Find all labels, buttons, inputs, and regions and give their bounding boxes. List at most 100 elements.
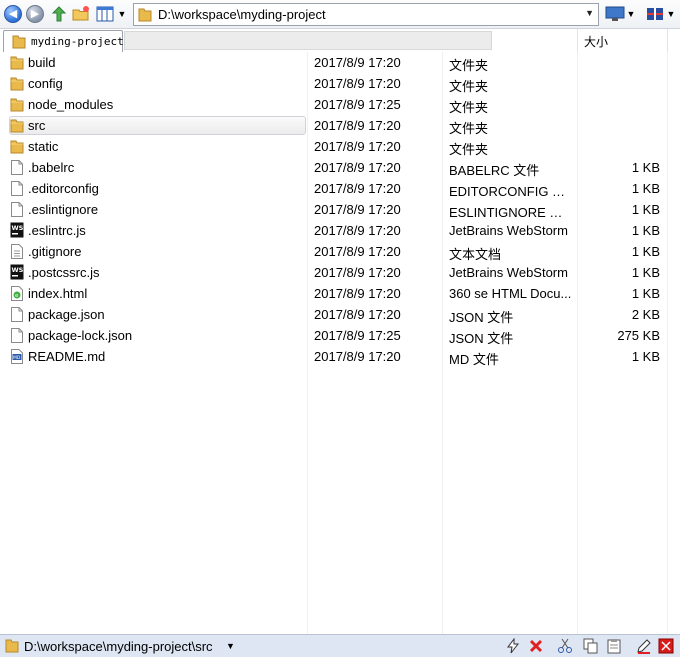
file-icon bbox=[10, 180, 24, 200]
file-name: src bbox=[28, 118, 46, 133]
folder-icon bbox=[10, 54, 24, 73]
markdown-file-icon: MD bbox=[10, 348, 24, 368]
table-row[interactable]: config 2017/8/9 17:20 文件夹 bbox=[0, 73, 680, 94]
file-size: 2 KB bbox=[631, 307, 660, 322]
tab-myding-project[interactable]: myding-project bbox=[3, 30, 124, 52]
file-size: 1 KB bbox=[631, 244, 660, 259]
file-date: 2017/8/9 17:20 bbox=[314, 160, 401, 175]
html-file-icon: e bbox=[10, 285, 24, 305]
table-row[interactable]: WS .postcssrc.js 2017/8/9 17:20 JetBrains W… bbox=[0, 262, 680, 283]
status-path-dropdown-icon[interactable]: ▼ bbox=[226, 641, 235, 651]
tab-strip: 大小 myding-project bbox=[0, 29, 680, 52]
flag-dropdown-icon[interactable]: ▼ bbox=[666, 5, 676, 23]
file-type: JetBrains WebStorm bbox=[449, 223, 568, 238]
edit-icon[interactable] bbox=[636, 638, 652, 654]
up-folder-icon[interactable] bbox=[50, 5, 68, 23]
tab-folder-icon bbox=[12, 34, 26, 52]
table-row[interactable]: MD README.md 2017/8/9 17:20 MD 文件 1 KB bbox=[0, 346, 680, 367]
cut-icon[interactable] bbox=[557, 638, 573, 654]
file-name: .postcssrc.js bbox=[28, 265, 100, 280]
tab-label: myding-project bbox=[31, 35, 124, 48]
table-row[interactable]: .editorconfig 2017/8/9 17:20 EDITORCONFIG … bbox=[0, 178, 680, 199]
back-icon[interactable]: ◀ bbox=[4, 5, 22, 23]
file-type: MD 文件 bbox=[449, 352, 499, 367]
file-name: static bbox=[28, 139, 59, 154]
address-folder-icon bbox=[138, 7, 152, 22]
file-type: 文件夹 bbox=[449, 79, 489, 94]
webstorm-icon: WS bbox=[10, 222, 24, 241]
table-row[interactable]: e index.html 2017/8/9 17:20 360 se HTML Doc… bbox=[0, 283, 680, 304]
file-date: 2017/8/9 17:20 bbox=[314, 244, 401, 259]
file-list[interactable]: build 2017/8/9 17:20 文件夹 config 2017/8/9 17:… bbox=[0, 52, 680, 634]
file-size: 1 KB bbox=[631, 223, 660, 238]
header-separator bbox=[577, 29, 578, 52]
file-date: 2017/8/9 17:20 bbox=[314, 139, 401, 154]
table-row[interactable]: src 2017/8/9 17:20 文件夹 bbox=[0, 115, 680, 136]
table-row[interactable]: static 2017/8/9 17:20 文件夹 bbox=[0, 136, 680, 157]
file-date: 2017/8/9 17:20 bbox=[314, 76, 401, 91]
file-date: 2017/8/9 17:20 bbox=[314, 223, 401, 238]
table-row[interactable]: .babelrc 2017/8/9 17:20 BABELRC 文件 1 KB bbox=[0, 157, 680, 178]
file-type: 360 se HTML Docu... bbox=[449, 286, 572, 301]
file-type: 文本文档 bbox=[449, 247, 502, 262]
lightning-icon[interactable] bbox=[505, 637, 521, 654]
status-bar: D:\workspace\myding-project\src ▼ bbox=[0, 634, 680, 657]
file-name: package.json bbox=[28, 307, 105, 322]
file-type: JSON 文件 bbox=[449, 310, 514, 325]
file-name: build bbox=[28, 55, 56, 70]
file-type: ESLINTIGNORE 文件 bbox=[449, 205, 573, 220]
status-path[interactable]: D:\workspace\myding-project\src bbox=[24, 639, 213, 654]
table-row[interactable]: build 2017/8/9 17:20 文件夹 bbox=[0, 52, 680, 73]
address-bar[interactable]: D:\workspace\myding-project ▼ bbox=[133, 3, 599, 26]
status-folder-icon bbox=[5, 638, 19, 656]
table-row[interactable]: package-lock.json 2017/8/9 17:25 JSON 文件 27… bbox=[0, 325, 680, 346]
folder-icon bbox=[10, 138, 24, 157]
flag-icon[interactable] bbox=[644, 5, 666, 23]
delete-icon[interactable] bbox=[528, 638, 544, 654]
selection-highlight bbox=[9, 116, 306, 135]
file-size: 1 KB bbox=[631, 265, 660, 280]
file-size: 275 KB bbox=[617, 328, 660, 343]
column-header-bar bbox=[124, 31, 492, 50]
file-type: JSON 文件 bbox=[449, 331, 514, 346]
toolbar: ◀ ▶ ▼ D:\workspace\myding-project ▼ ▼ ▼ bbox=[0, 0, 680, 29]
paste-icon[interactable] bbox=[606, 638, 622, 654]
file-type: 文件夹 bbox=[449, 121, 489, 136]
file-date: 2017/8/9 17:20 bbox=[314, 202, 401, 217]
forward-icon[interactable]: ▶ bbox=[26, 5, 44, 23]
file-name: index.html bbox=[28, 286, 88, 301]
file-name: .eslintignore bbox=[28, 202, 99, 217]
file-date: 2017/8/9 17:20 bbox=[314, 349, 401, 364]
file-type: BABELRC 文件 bbox=[449, 163, 540, 178]
text-file-icon bbox=[10, 243, 24, 263]
file-icon bbox=[10, 327, 24, 347]
view-dropdown-icon[interactable]: ▼ bbox=[117, 5, 127, 23]
file-date: 2017/8/9 17:20 bbox=[314, 118, 401, 133]
file-icon bbox=[10, 201, 24, 221]
close-panel-icon[interactable] bbox=[658, 638, 674, 654]
file-size: 1 KB bbox=[631, 202, 660, 217]
svg-text:WS: WS bbox=[12, 266, 24, 274]
file-icon bbox=[10, 159, 24, 179]
column-header-size[interactable]: 大小 bbox=[584, 33, 608, 50]
svg-text:WS: WS bbox=[12, 224, 24, 232]
monitor-dropdown-icon[interactable]: ▼ bbox=[626, 5, 636, 23]
file-name: package-lock.json bbox=[28, 328, 133, 343]
file-date: 2017/8/9 17:25 bbox=[314, 97, 401, 112]
copy-icon[interactable] bbox=[583, 638, 599, 654]
file-name: .gitignore bbox=[28, 244, 82, 259]
address-dropdown-icon[interactable]: ▼ bbox=[585, 8, 594, 18]
table-row[interactable]: WS .eslintrc.js 2017/8/9 17:20 JetBrains We… bbox=[0, 220, 680, 241]
file-date: 2017/8/9 17:20 bbox=[314, 265, 401, 280]
table-row[interactable]: node_modules 2017/8/9 17:25 文件夹 bbox=[0, 94, 680, 115]
view-mode-icon[interactable] bbox=[96, 5, 114, 23]
new-folder-icon[interactable] bbox=[72, 5, 90, 23]
file-type: EDITORCONFIG 文件 bbox=[449, 184, 573, 199]
webstorm-icon: WS bbox=[10, 264, 24, 283]
table-row[interactable]: .gitignore 2017/8/9 17:20 文本文档 1 KB bbox=[0, 241, 680, 262]
folder-icon bbox=[10, 75, 24, 94]
header-separator bbox=[667, 29, 668, 52]
monitor-icon[interactable] bbox=[604, 5, 626, 23]
table-row[interactable]: package.json 2017/8/9 17:20 JSON 文件 2 KB bbox=[0, 304, 680, 325]
table-row[interactable]: .eslintignore 2017/8/9 17:20 ESLINTIGNORE … bbox=[0, 199, 680, 220]
